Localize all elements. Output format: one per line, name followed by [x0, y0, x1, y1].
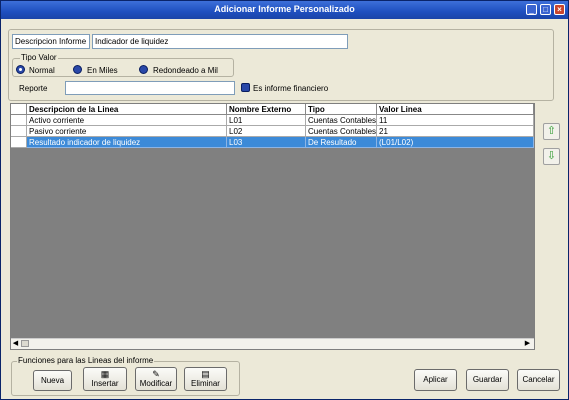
- cell-nombre-externo: L03: [227, 137, 306, 148]
- financiero-label: Es informe financiero: [253, 84, 329, 93]
- descripcion-label: Descripcion Informe: [15, 37, 87, 46]
- column-header-descripcion[interactable]: Descripcion de la Linea: [27, 104, 227, 115]
- cell-tipo: De Resultado: [306, 137, 377, 148]
- nueva-button[interactable]: Nueva: [33, 370, 72, 391]
- modificar-button[interactable]: ✎ Modificar: [135, 367, 177, 391]
- reporte-label: Reporte: [19, 84, 48, 93]
- scroll-left-icon[interactable]: ◀: [11, 340, 20, 348]
- arrow-up-icon: ⇧: [546, 125, 557, 137]
- nueva-label: Nueva: [40, 376, 65, 385]
- radio-en-miles-label: En Miles: [87, 66, 118, 75]
- radio-en-miles[interactable]: [73, 65, 82, 74]
- eliminar-button[interactable]: ▤ Eliminar: [184, 367, 227, 391]
- insertar-button[interactable]: ▦ Insertar: [83, 367, 127, 391]
- reporte-input[interactable]: [65, 81, 235, 95]
- delete-icon: ▤: [201, 369, 210, 379]
- guardar-label: Guardar: [472, 375, 503, 384]
- row-indicator: [11, 126, 27, 137]
- cancelar-label: Cancelar: [522, 375, 555, 384]
- close-button[interactable]: ×: [554, 4, 565, 15]
- guardar-button[interactable]: Guardar: [466, 369, 509, 391]
- insertar-label: Insertar: [91, 379, 119, 388]
- title-bar[interactable]: Adicionar Informe Personalizado _ □ ×: [1, 1, 568, 19]
- descripcion-input[interactable]: Indicador de liquidez: [92, 34, 348, 49]
- row-indicator: [11, 115, 27, 126]
- cell-nombre-externo: L01: [227, 115, 306, 126]
- arrow-down-icon: ⇩: [546, 150, 557, 162]
- radio-redondeado-label: Redondeado a Mil: [153, 66, 218, 75]
- cell-descripcion: Resultado indicador de liquidez: [27, 137, 227, 148]
- column-header-nombre-externo[interactable]: Nombre Externo: [227, 104, 306, 115]
- move-down-button[interactable]: ⇩: [543, 148, 560, 165]
- grid-header-indicator: [11, 104, 27, 115]
- radio-normal[interactable]: [16, 65, 25, 74]
- eliminar-label: Eliminar: [191, 379, 220, 388]
- cancelar-button[interactable]: Cancelar: [517, 369, 560, 391]
- cell-tipo: Cuentas Contables: [306, 126, 377, 137]
- cell-valor: 21: [377, 126, 534, 137]
- tipo-valor-label: Tipo Valor: [20, 53, 58, 62]
- cell-descripcion: Activo corriente: [27, 115, 227, 126]
- table-row-selected[interactable]: Resultado indicador de liquidez L03 De R…: [11, 137, 534, 148]
- window-title: Adicionar Informe Personalizado: [214, 4, 355, 14]
- cell-valor: 11: [377, 115, 534, 126]
- scroll-right-icon[interactable]: ▶: [523, 340, 532, 348]
- modificar-label: Modificar: [139, 379, 173, 388]
- descripcion-value: Indicador de liquidez: [95, 37, 169, 46]
- aplicar-button[interactable]: Aplicar: [414, 369, 457, 391]
- horizontal-scrollbar[interactable]: ◀ ▶: [11, 338, 534, 349]
- cell-nombre-externo: L02: [227, 126, 306, 137]
- insert-icon: ▦: [100, 369, 110, 379]
- financiero-checkbox[interactable]: [241, 83, 250, 92]
- grid-header: Descripcion de la Linea Nombre Externo T…: [11, 104, 534, 115]
- aplicar-label: Aplicar: [423, 375, 448, 384]
- cell-tipo: Cuentas Contables: [306, 115, 377, 126]
- funciones-label: Funciones para las Lineas del informe: [17, 356, 155, 365]
- cell-descripcion: Pasivo corriente: [27, 126, 227, 137]
- column-header-tipo[interactable]: Tipo: [306, 104, 377, 115]
- move-up-button[interactable]: ⇧: [543, 123, 560, 140]
- maximize-button[interactable]: □: [540, 4, 551, 15]
- table-row[interactable]: Pasivo corriente L02 Cuentas Contables 2…: [11, 126, 534, 137]
- edit-icon: ✎: [152, 369, 160, 379]
- lines-grid[interactable]: Descripcion de la Linea Nombre Externo T…: [10, 103, 535, 350]
- minimize-button[interactable]: _: [526, 4, 537, 15]
- cell-valor: (L01/L02): [377, 137, 534, 148]
- dialog-window: Adicionar Informe Personalizado _ □ × De…: [0, 0, 569, 400]
- descripcion-label-box: Descripcion Informe: [12, 34, 90, 49]
- table-row[interactable]: Activo corriente L01 Cuentas Contables 1…: [11, 115, 534, 126]
- column-header-valor-linea[interactable]: Valor Linea: [377, 104, 534, 115]
- radio-redondeado[interactable]: [139, 65, 148, 74]
- scroll-thumb[interactable]: [21, 340, 29, 347]
- radio-normal-label: Normal: [29, 66, 55, 75]
- row-indicator: [11, 137, 27, 148]
